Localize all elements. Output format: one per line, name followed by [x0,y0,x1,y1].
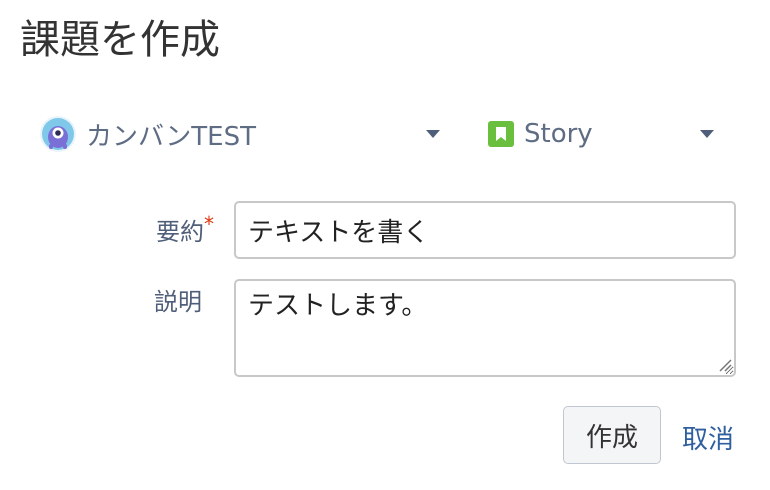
chevron-down-icon [426,130,440,138]
description-field-label: 説明 [154,288,202,316]
issue-type-label: Story [524,119,593,149]
chevron-down-icon [700,130,714,138]
summary-label-text: 要約 [156,218,204,246]
summary-input[interactable] [234,201,736,259]
resize-handle-icon[interactable] [716,356,732,372]
story-bookmark-icon [488,121,514,147]
cancel-link[interactable]: 取消 [682,419,734,456]
summary-field-label: 要約* [156,212,214,247]
project-monster-avatar-icon [40,116,76,152]
project-selector-label: カンバンTEST [86,121,256,152]
required-marker: * [204,212,214,236]
create-button[interactable]: 作成 [563,406,661,464]
description-textarea[interactable]: テストします。 [234,279,736,377]
issue-type-selector[interactable]: Story [488,110,720,158]
project-selector[interactable]: カンバンTEST [40,110,446,158]
dialog-title: 課題を作成 [20,17,220,63]
